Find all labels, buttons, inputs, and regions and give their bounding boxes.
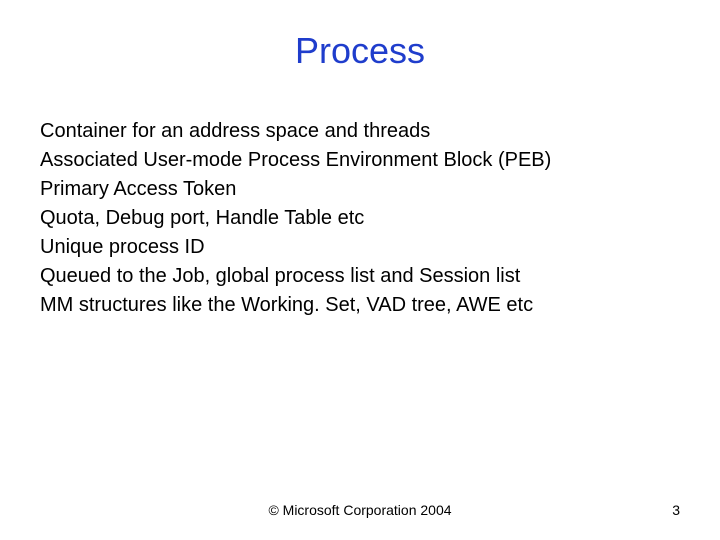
slide: Process Container for an address space a…	[0, 0, 720, 540]
list-item: Queued to the Job, global process list a…	[40, 262, 680, 291]
slide-title: Process	[40, 30, 680, 72]
list-item: MM structures like the Working. Set, VAD…	[40, 291, 680, 320]
list-item: Primary Access Token	[40, 175, 680, 204]
list-item: Container for an address space and threa…	[40, 117, 680, 146]
bullet-list: Container for an address space and threa…	[40, 117, 680, 320]
list-item: Associated User-mode Process Environment…	[40, 146, 680, 175]
list-item: Unique process ID	[40, 233, 680, 262]
page-number: 3	[672, 502, 680, 518]
footer: © Microsoft Corporation 2004 3	[0, 502, 720, 518]
list-item: Quota, Debug port, Handle Table etc	[40, 204, 680, 233]
copyright-text: © Microsoft Corporation 2004	[268, 502, 451, 518]
